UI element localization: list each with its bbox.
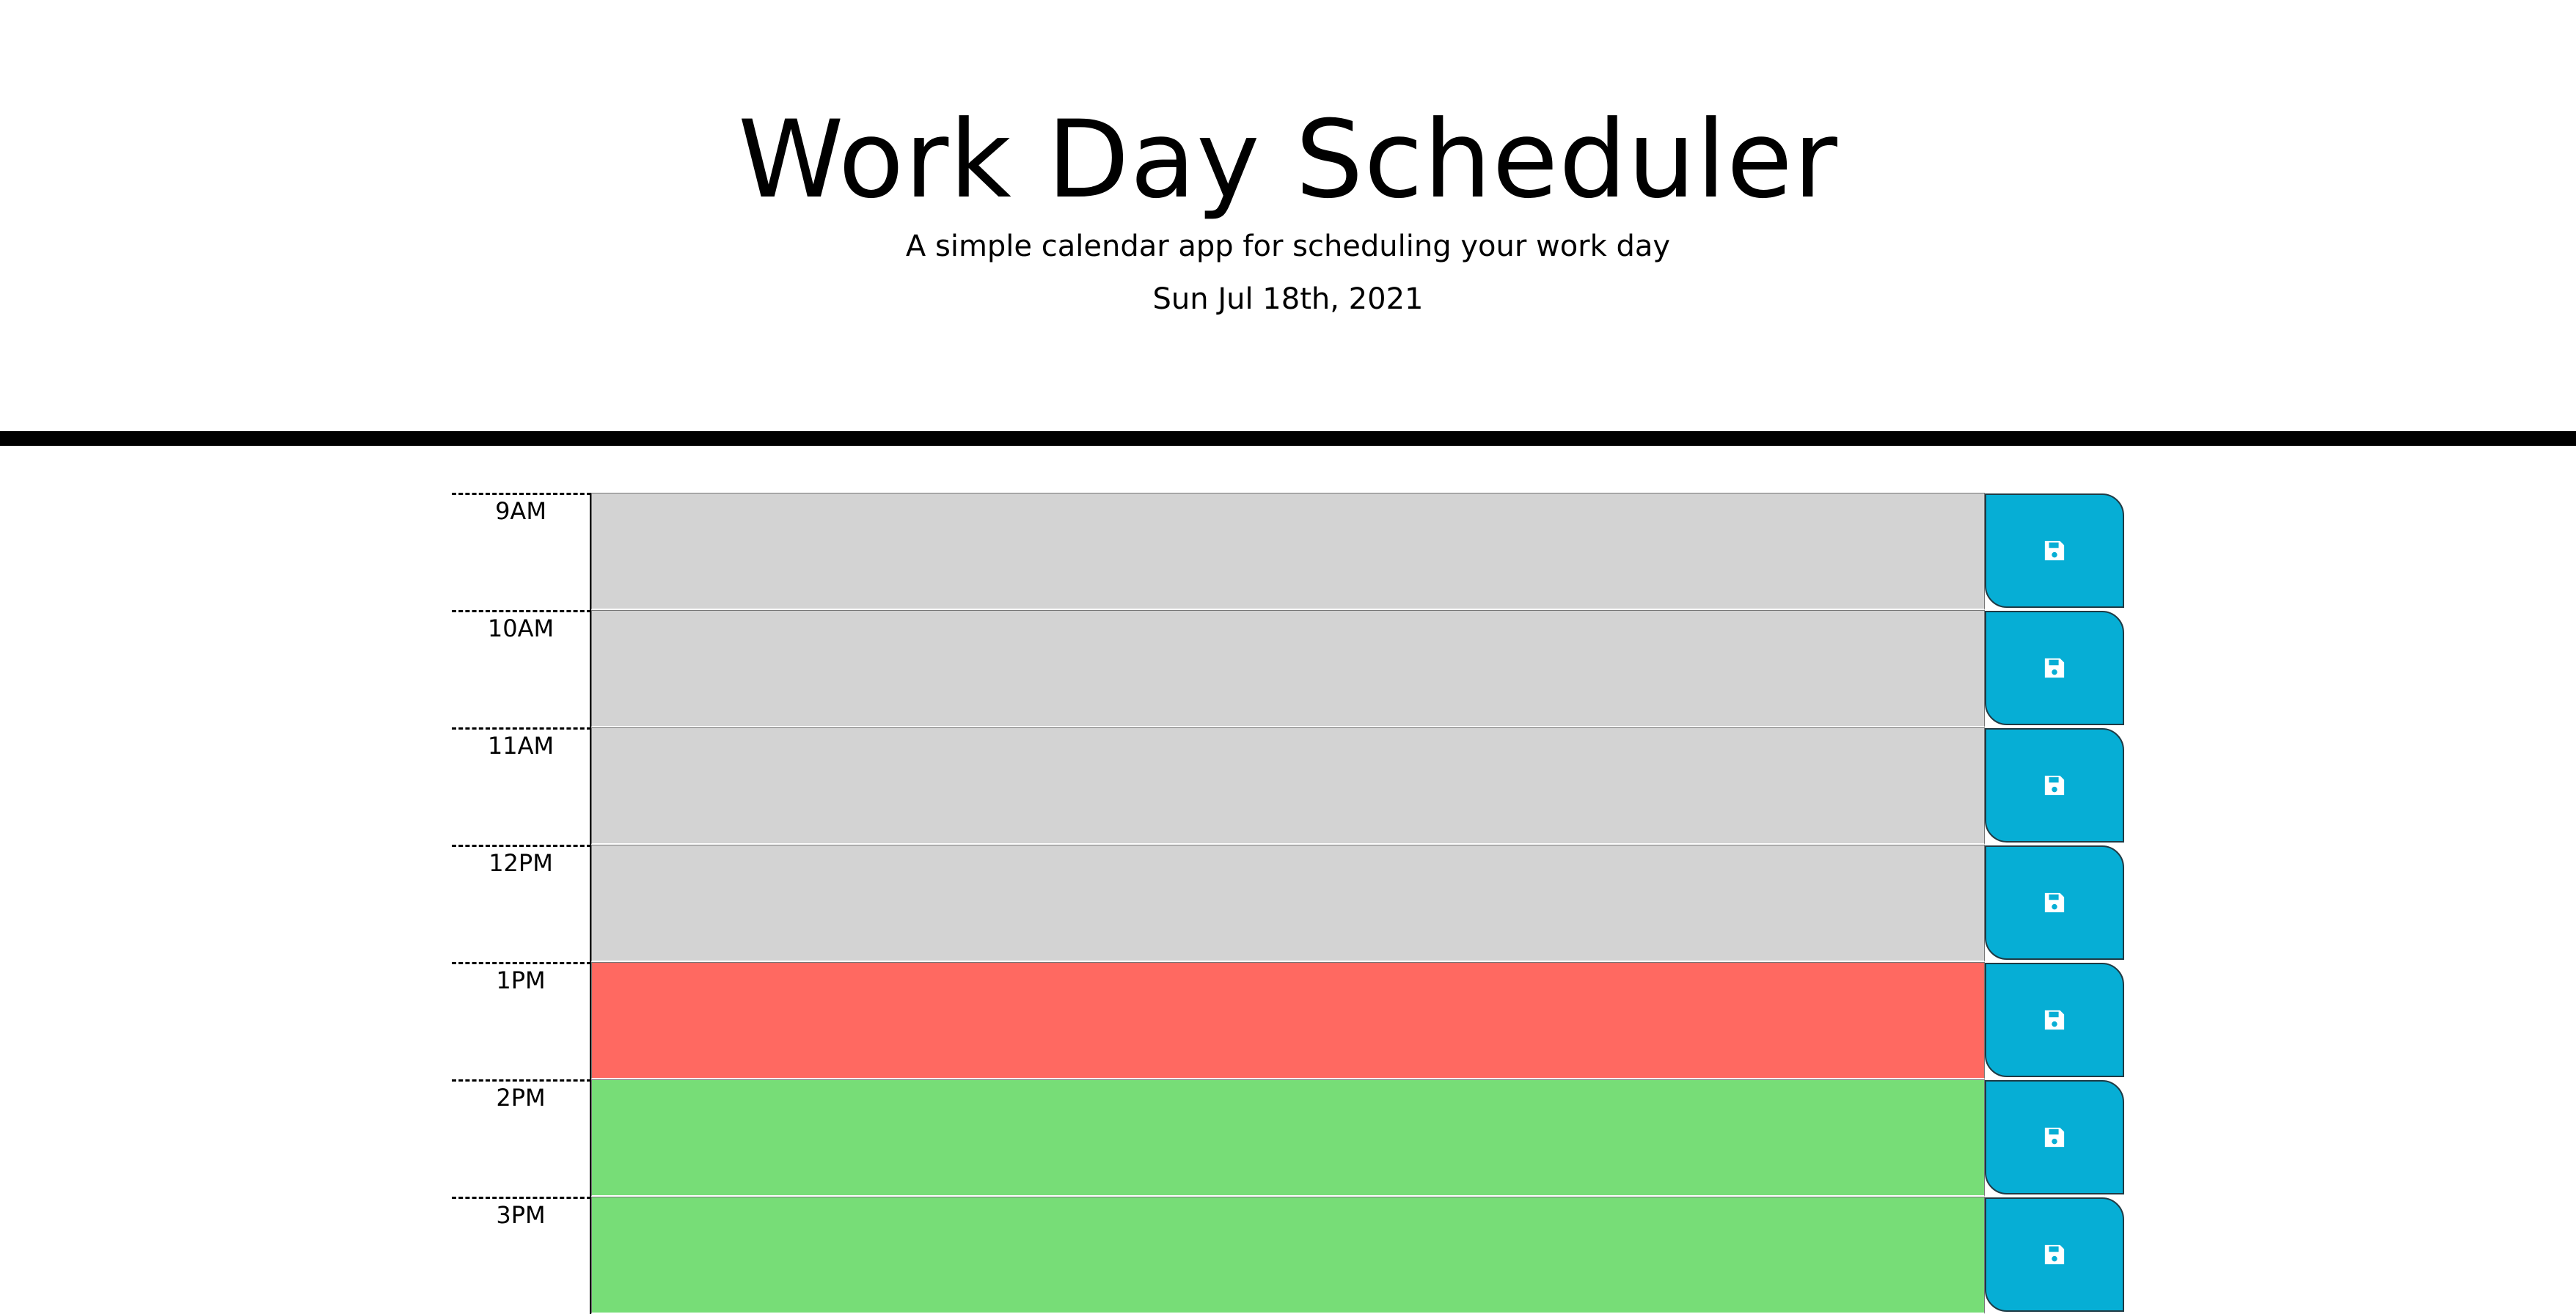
save-button[interactable] [1985,611,2124,725]
floppy-disk-icon [2044,540,2065,561]
event-description-input[interactable] [591,845,1985,962]
floppy-disk-icon [2044,892,2065,913]
floppy-disk-icon [2044,1127,2065,1148]
floppy-disk-icon [2044,775,2065,796]
hour-label: 1PM [452,962,591,1079]
save-button[interactable] [1985,963,2124,1077]
time-block-row: 10AM [452,610,2124,727]
hour-label: 10AM [452,610,591,727]
time-block-row: 9AM [452,493,2124,610]
save-button[interactable] [1985,728,2124,843]
header: Work Day Scheduler A simple calendar app… [0,0,2576,446]
time-block-row: 1PM [452,962,2124,1079]
event-description-input[interactable] [591,962,1985,1079]
save-button[interactable] [1985,493,2124,608]
hour-label: 12PM [452,845,591,962]
time-block-row: 11AM [452,727,2124,845]
time-block-row: 12PM [452,845,2124,962]
time-block-row: 3PM [452,1197,2124,1314]
page-subtitle: A simple calendar app for scheduling you… [905,230,1671,263]
event-description-input[interactable] [591,610,1985,727]
event-description-input[interactable] [591,727,1985,845]
floppy-disk-icon [2044,1244,2065,1265]
hour-label: 11AM [452,727,591,845]
event-description-input[interactable] [591,493,1985,610]
current-date: Sun Jul 18th, 2021 [1152,282,1424,316]
time-block-row: 2PM [452,1079,2124,1197]
event-description-input[interactable] [591,1079,1985,1197]
event-description-input[interactable] [591,1197,1985,1314]
hour-label: 3PM [452,1197,591,1314]
floppy-disk-icon [2044,658,2065,678]
floppy-disk-icon [2044,1010,2065,1030]
hour-label: 9AM [452,493,591,610]
save-button[interactable] [1985,1197,2124,1312]
schedule-container: 9AM 10AM 11AM 12PM 1PM 2PM 3PM [452,493,2124,1314]
save-button[interactable] [1985,845,2124,960]
save-button[interactable] [1985,1080,2124,1194]
hour-label: 2PM [452,1079,591,1197]
page-title: Work Day Scheduler [738,98,1838,222]
